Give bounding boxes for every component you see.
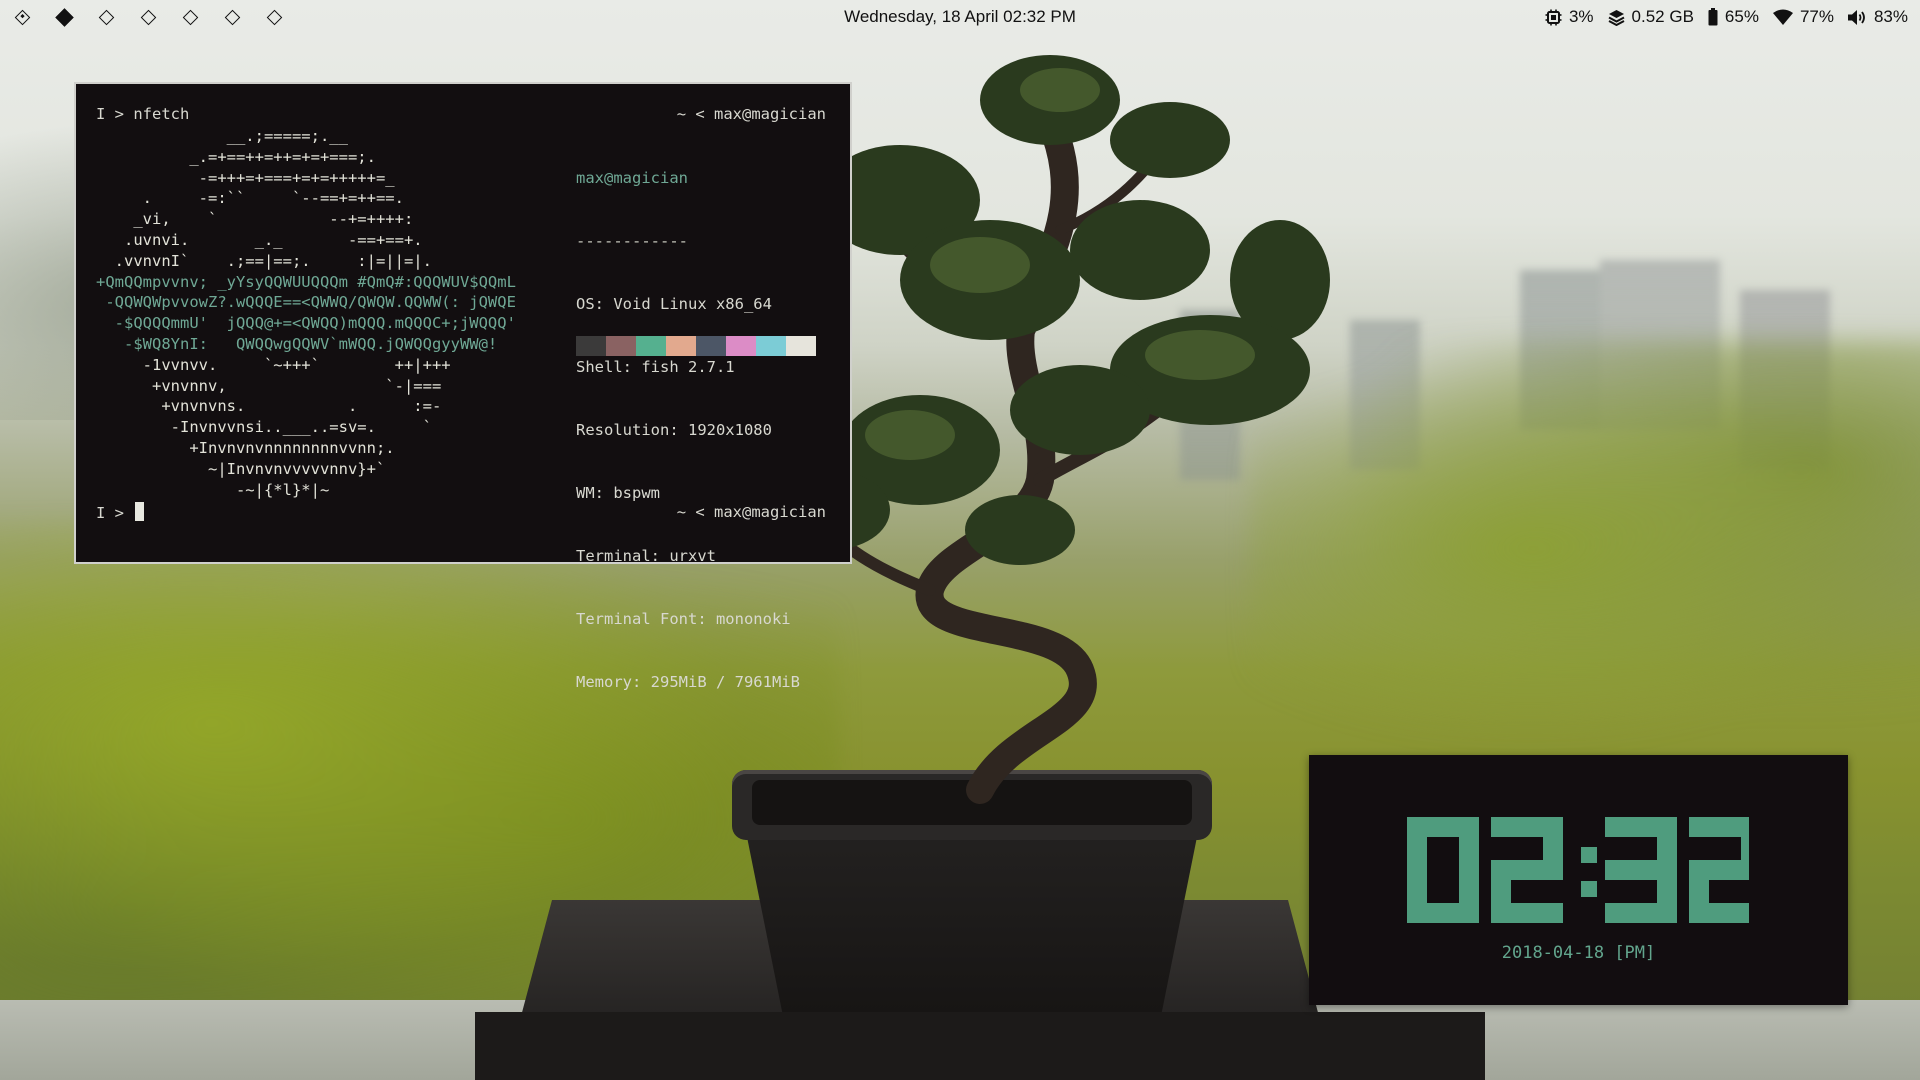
palette-swatch (756, 336, 786, 356)
ascii-line: __.;=====;.__ (226, 127, 348, 145)
ascii-line: -1vvnvv. `~+++` ++|+++ (142, 355, 451, 374)
digital-clock-display (1407, 817, 1749, 923)
battery-icon (1708, 8, 1718, 26)
info-memory: Memory: 295MiB / 7961MiB (576, 673, 800, 691)
text-cursor (135, 502, 145, 521)
wifi-indicator[interactable]: 77% (1772, 7, 1834, 27)
ascii-line: . -=:`` `--==+=++==. (142, 189, 404, 208)
terminal-window[interactable]: I > nfetch ~ < max@magician __.;=====;._… (74, 82, 852, 691)
input-line[interactable]: I > (96, 502, 145, 524)
info-shell: Shell: fish 2.7.1 (576, 358, 735, 376)
ascii-line: _.=+==++=++=+=+===;. (189, 147, 376, 166)
digit-segment (1605, 903, 1677, 923)
ascii-line: .vvnvnI` .;==|==;. :|=||=|. (114, 251, 432, 270)
ascii-line: +vnvnnv, `-|=== (151, 376, 442, 395)
system-info-panel: max@magician ------------ OS: Void Linux… (576, 126, 800, 735)
prompt-symbol: I > (96, 105, 134, 123)
palette-swatch (786, 336, 816, 356)
memory-indicator[interactable]: 0.52 GB (1608, 7, 1694, 27)
wifi-icon (1772, 9, 1793, 25)
system-tray: 3% 0.52 GB 65% 77% 83% (1545, 7, 1908, 27)
memory-value: 0.52 GB (1631, 7, 1694, 26)
ascii-line: -~|{*l}*|~ (235, 480, 330, 499)
info-user: max@magician (576, 169, 688, 187)
layers-icon (1608, 9, 1625, 26)
palette-swatch (606, 336, 636, 356)
right-prompt: ~ < max@magician (676, 503, 826, 521)
digit-segment (1689, 903, 1749, 923)
clock-colon-dot (1581, 881, 1597, 897)
cpu-value: 3% (1568, 7, 1594, 26)
info-separator: ------------ (576, 232, 688, 250)
command-text: nfetch (133, 105, 190, 123)
info-terminal: Terminal: urxvt (576, 547, 716, 565)
volume-indicator[interactable]: 83% (1847, 7, 1908, 27)
ascii-line: +Invnvnvnnnnnnnnvvnn;. (189, 438, 395, 457)
clock-digit-2 (1689, 817, 1749, 923)
bonsai-tree-image (780, 55, 1330, 804)
palette-swatch (636, 336, 666, 356)
clock-date: 2018-04-18 [PM] (1501, 943, 1656, 963)
digit-segment (1491, 903, 1563, 923)
distro-ascii-logo: __.;=====;.__ _.=+==++=++=+=+===;. -=+++… (96, 126, 516, 500)
info-resolution: Resolution: 1920x1080 (576, 421, 772, 439)
ascii-line: .uvnvi. _._ -==+==+. (123, 230, 423, 249)
palette-swatch (726, 336, 756, 356)
volume-icon (1847, 9, 1865, 25)
volume-value: 83% (1873, 7, 1908, 26)
palette-swatch (576, 336, 606, 356)
clock-digit-3 (1605, 817, 1677, 923)
clock-colon-dot (1581, 847, 1597, 863)
ascii-line: -=+++=+===+=+=+++++=_ (198, 168, 395, 187)
wifi-value: 77% (1799, 7, 1834, 26)
ascii-line: -$WQ8YnI: QWQQwgQQWV`mWQQ.jQWQQgyyWW@! (123, 334, 498, 353)
digit-segment (1407, 817, 1427, 880)
ascii-line: _vi, ` --+=++++: (133, 210, 414, 229)
clock-widget: 2018-04-18 [PM] (1309, 755, 1848, 1005)
right-prompt: ~ < max@magician (676, 105, 826, 123)
info-terminal-font: Terminal Font: mononoki (576, 610, 791, 628)
ascii-line: +vnvnvns. . :=- (161, 397, 442, 416)
palette-swatch (666, 336, 696, 356)
battery-indicator[interactable]: 65% (1708, 7, 1759, 27)
digit-segment (1689, 817, 1749, 837)
ascii-line: -Invnvvnsi..___..=sv=. ` (170, 418, 432, 437)
ascii-line: +QmQQmpvvnv; _yYsyQQWUUQQQm #QmQ#:QQQWUV… (96, 272, 516, 291)
cpu-indicator[interactable]: 3% (1545, 7, 1594, 27)
color-palette (576, 336, 816, 356)
ascii-line: -QQWQWpvvowZ?.wQQQE==<QWWQ/QWQW.QQWW(: j… (105, 293, 516, 312)
prompt-symbol: I > (96, 504, 134, 522)
cpu-icon (1545, 9, 1562, 25)
clock-digit-0 (1407, 817, 1479, 923)
clock-digit-2 (1491, 817, 1563, 923)
ascii-line: -$QQQQmmU' jQQQ@+=<QWQQ)mQQQ.mQQQC+;jWQQ… (114, 314, 516, 333)
ascii-line: ~|Invnvnvvvvvnnv}+` (207, 459, 386, 478)
palette-swatch (696, 336, 726, 356)
info-os: OS: Void Linux x86_64 (576, 295, 772, 313)
command-line: I > nfetch (96, 104, 189, 125)
battery-value: 65% (1724, 7, 1759, 26)
info-wm: WM: bspwm (576, 484, 660, 502)
top-status-bar: Wednesday, 18 April 02:32 PM 3% 0.52 GB … (0, 0, 1920, 34)
